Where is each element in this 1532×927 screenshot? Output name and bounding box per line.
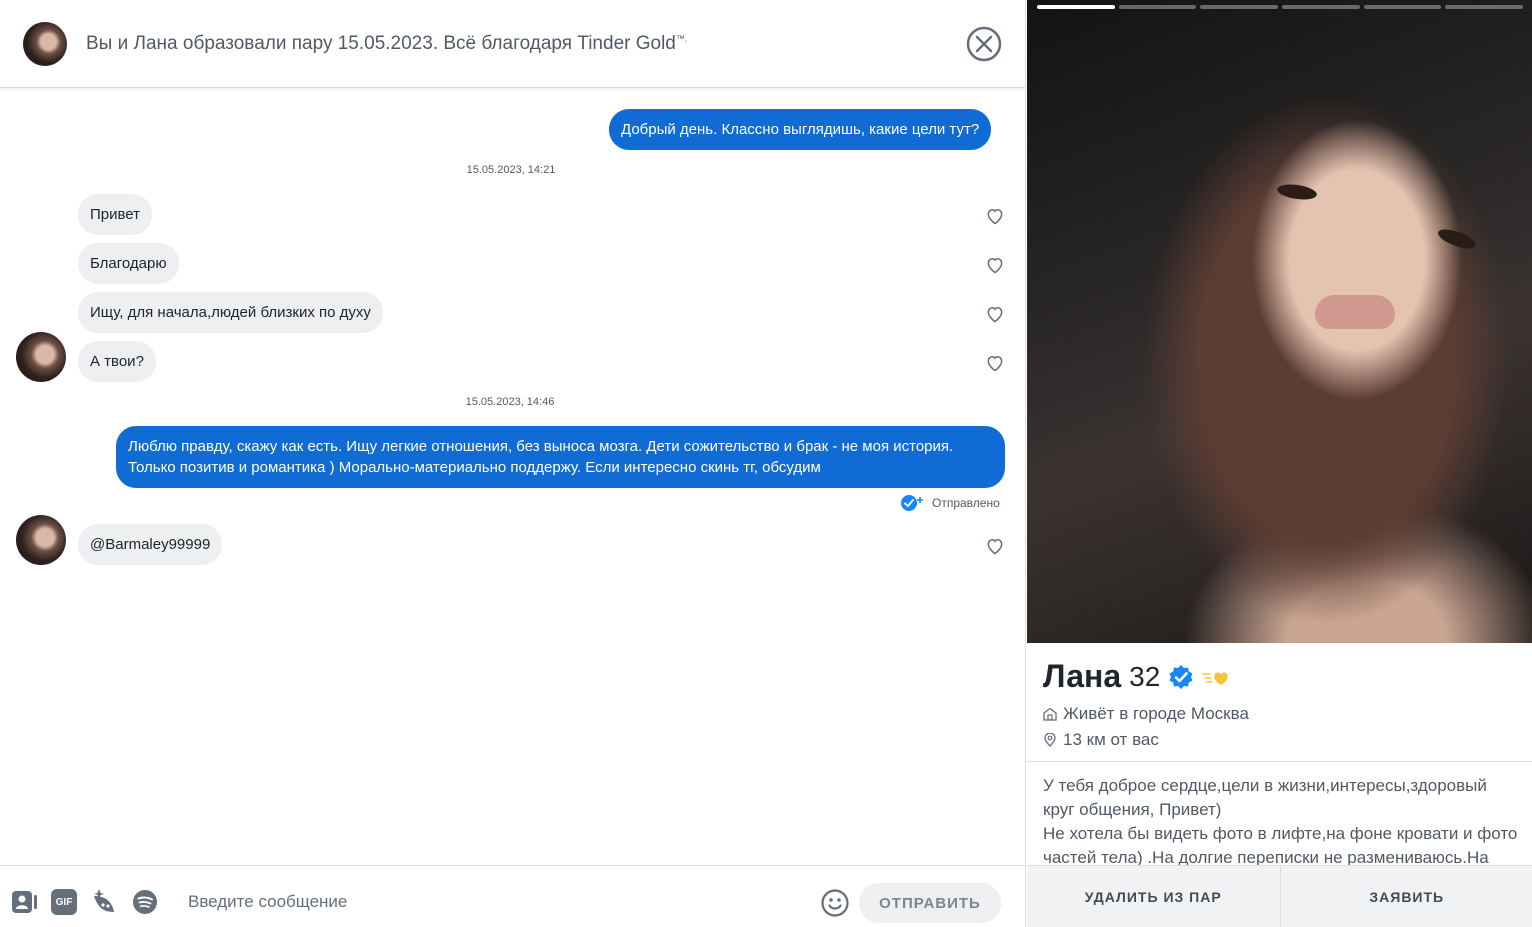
trademark-sign: ™. [675,33,688,44]
chat-header: Вы и Лана образовали пару 15.05.2023. Вс… [0,0,1025,88]
sparkle-sticker-icon[interactable] [90,888,118,916]
match-avatar[interactable] [23,22,67,66]
photo-progress-segment[interactable] [1200,5,1279,9]
profile-distance-line: 13 км от вас [1043,730,1159,750]
sender-avatar[interactable] [16,332,66,382]
sender-avatar[interactable] [16,515,66,565]
unmatch-button[interactable]: УДАЛИТЬ ИЗ ПАР [1027,866,1280,927]
heart-icon[interactable] [985,304,1005,324]
message-outgoing: Добрый день. Классно выглядишь, какие це… [609,109,992,150]
emoji-icon[interactable] [820,888,850,918]
contact-card-icon[interactable] [10,888,38,916]
heart-icon[interactable] [985,353,1005,373]
message-incoming: Благодарю [78,243,179,284]
photo-progress-segment[interactable] [1118,5,1197,9]
photo-progress-bar [1037,5,1524,9]
photo-progress-segment[interactable] [1282,5,1360,9]
message-composer: GIF ОТПРАВИТЬ [0,865,1025,927]
sent-status-label: Отправлено [932,496,1000,510]
divider [1027,761,1532,762]
profile-photo[interactable] [1027,0,1532,643]
message-outgoing: Люблю правду, скажу как есть. Ищу легкие… [116,426,1005,488]
message-incoming: Привет [78,194,153,235]
heart-icon[interactable] [985,206,1005,226]
spotify-icon[interactable] [131,888,159,916]
photo-detail [1276,182,1318,202]
chat-panel: Вы и Лана образовали пару 15.05.2023. Вс… [0,0,1025,927]
photo-detail [1315,295,1395,329]
message-timestamp: 15.05.2023, 14:46 [465,396,555,408]
profile-name-row: Лана 32 [1043,658,1230,695]
profile-lives-line: Живёт в городе Москва [1043,704,1249,724]
home-icon [1043,707,1057,721]
photo-detail [1435,225,1479,253]
location-pin-icon [1044,733,1056,747]
photo-progress-segment[interactable] [1363,5,1442,9]
message-input[interactable] [176,884,796,920]
sent-check-icon [901,495,923,511]
verified-badge-icon[interactable] [1168,664,1194,690]
heart-icon[interactable] [985,536,1005,556]
message-timestamp: 15.05.2023, 14:21 [466,164,556,176]
report-button[interactable]: ЗАЯВИТЬ [1279,866,1532,927]
profile-actions: УДАЛИТЬ ИЗ ПАР ЗАЯВИТЬ [1027,865,1532,927]
sent-status: Отправлено [900,494,1000,512]
profile-bio[interactable]: У тебя доброе сердце,цели в жизни,интере… [1043,774,1518,865]
profile-lives: Живёт в городе Москва [1063,704,1249,723]
profile-age: 32 [1129,660,1161,692]
heart-icon[interactable] [985,255,1005,275]
message-incoming: Ищу, для начала,людей близких по духу [78,292,383,333]
message-incoming: @Barmaley99999 [78,524,223,565]
match-info-title: Вы и Лана образовали пару 15.05.2023. Вс… [86,33,688,54]
message-list[interactable]: Добрый день. Классно выглядишь, какие це… [0,88,1025,865]
profile-distance: 13 км от вас [1063,730,1159,749]
photo-progress-segment[interactable] [1037,5,1115,9]
gold-heart-badge-icon [1202,671,1229,685]
send-button[interactable]: ОТПРАВИТЬ [859,883,1001,923]
profile-panel: Лана 32 Живёт в городе Москва 13 км от в… [1025,0,1532,927]
profile-name: Лана [1043,658,1122,694]
message-incoming: А твои? [78,341,156,382]
close-icon[interactable] [966,26,1002,62]
photo-progress-segment[interactable] [1445,5,1524,9]
gif-icon[interactable]: GIF [51,889,77,915]
